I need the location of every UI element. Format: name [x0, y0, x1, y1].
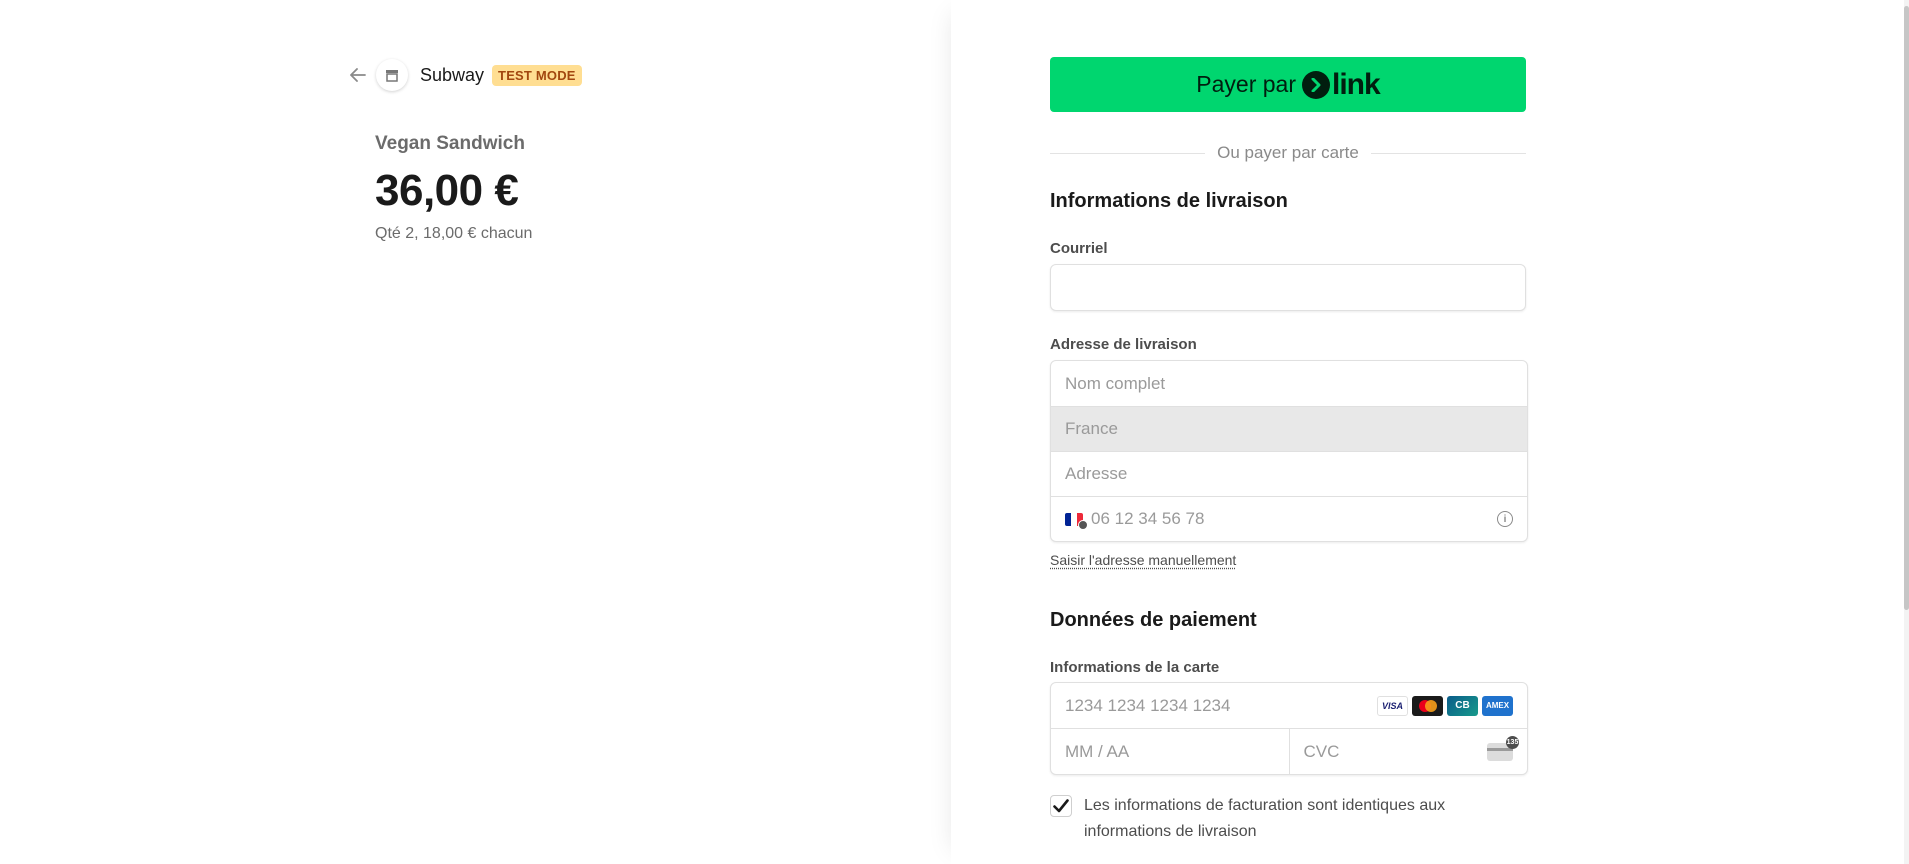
manual-address-link[interactable]: Saisir l'adresse manuellement	[1050, 552, 1236, 568]
expiry-placeholder: MM / AA	[1065, 741, 1130, 761]
link-logo: link	[1302, 67, 1381, 102]
cvc-placeholder: CVC	[1303, 741, 1340, 761]
shipping-section-title: Informations de livraison	[1050, 190, 1288, 212]
card-brands: VISA CB AMEX	[1377, 695, 1513, 716]
divider-line-left	[1050, 152, 1206, 154]
divider-line-right	[1370, 152, 1526, 154]
billing-same-label[interactable]: Les informations de facturation sont ide…	[1084, 793, 1526, 845]
cvc-card-icon: 135	[1487, 735, 1519, 761]
link-arrow-icon	[1302, 70, 1331, 99]
amex-icon: AMEX	[1482, 695, 1513, 716]
cb-icon: CB	[1447, 695, 1478, 716]
scrollbar-thumb[interactable]	[1904, 6, 1909, 610]
expiry-cvc-row: MM / AA CVC 135	[1051, 728, 1527, 774]
pay-with-link-label: Payer par	[1196, 71, 1297, 97]
visa-icon: VISA	[1377, 695, 1408, 716]
back-arrow-icon[interactable]	[346, 63, 370, 87]
france-flag-icon[interactable]	[1065, 512, 1088, 530]
mastercard-icon	[1412, 695, 1443, 716]
order-summary-pane: Subway TEST MODE Vegan Sandwich 36,00 € …	[0, 0, 951, 864]
merchant-name: Subway	[420, 64, 485, 85]
phone-placeholder: 06 12 34 56 78	[1091, 509, 1205, 528]
checkmark-icon	[1053, 799, 1069, 813]
expiry-input[interactable]: MM / AA	[1051, 729, 1289, 774]
store-icon	[376, 59, 408, 91]
product-quantity: Qté 2, 18,00 € chacun	[375, 225, 533, 242]
divider-text: Ou payer par carte	[1217, 143, 1359, 162]
card-info-label: Informations de la carte	[1050, 659, 1220, 676]
card-input-group: 1234 1234 1234 1234 VISA CB AMEX MM / AA…	[1050, 682, 1528, 775]
test-mode-badge: TEST MODE	[492, 64, 582, 86]
phone-input[interactable]: 06 12 34 56 78 i	[1051, 496, 1527, 541]
info-icon[interactable]: i	[1497, 511, 1513, 527]
card-number-input[interactable]: 1234 1234 1234 1234 VISA CB AMEX	[1051, 683, 1527, 728]
full-name-input[interactable]: Nom complet	[1051, 361, 1527, 406]
card-number-placeholder: 1234 1234 1234 1234	[1065, 695, 1231, 715]
billing-same-checkbox[interactable]	[1050, 795, 1072, 817]
product-total: 36,00 €	[375, 166, 519, 215]
email-label: Courriel	[1050, 240, 1108, 257]
billing-same-row: Les informations de facturation sont ide…	[1050, 795, 1526, 845]
country-select[interactable]: France	[1051, 406, 1527, 451]
payment-section-title: Données de paiement	[1050, 609, 1257, 631]
cvc-input[interactable]: CVC 135	[1288, 729, 1528, 774]
manual-address-link-wrap: Saisir l'adresse manuellement	[1050, 552, 1526, 570]
product-name: Vegan Sandwich	[375, 133, 525, 154]
link-brand-text: link	[1332, 67, 1381, 101]
or-pay-by-card-divider: Ou payer par carte	[1050, 141, 1526, 165]
pay-with-link-button[interactable]: Payer par link	[1050, 57, 1526, 112]
shipping-address-group: Nom complet France Adresse 06 12 34 56 7…	[1050, 360, 1528, 542]
merchant-header: Subway TEST MODE	[346, 59, 582, 91]
email-input[interactable]	[1050, 264, 1526, 311]
cvc-badge: 135	[1506, 735, 1519, 749]
address-input[interactable]: Adresse	[1051, 451, 1527, 496]
shipping-address-label: Adresse de livraison	[1050, 336, 1197, 353]
